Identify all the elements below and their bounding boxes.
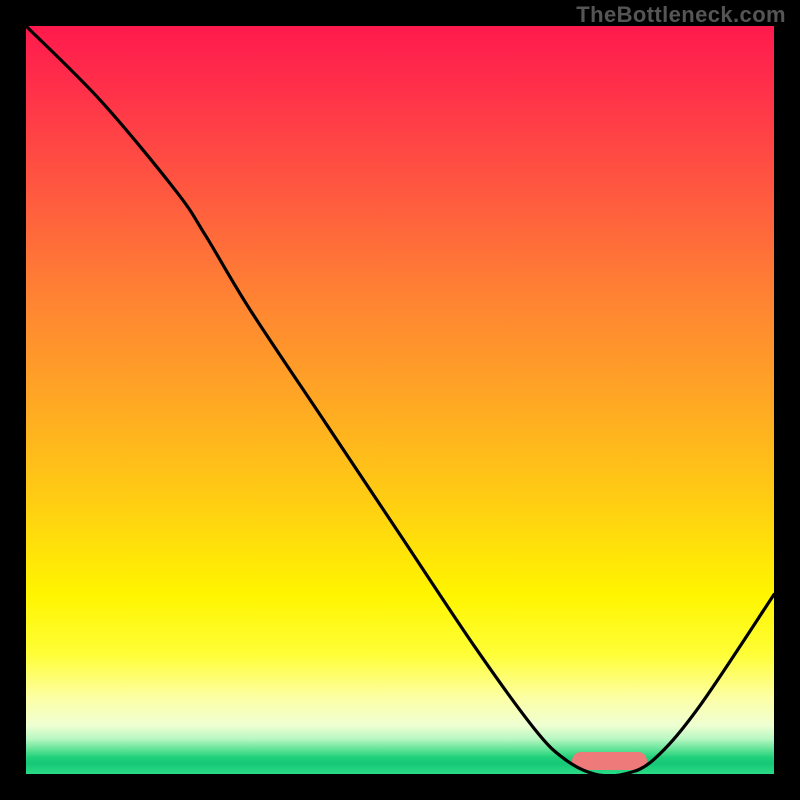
curve-path: [26, 26, 774, 774]
plot-area: [26, 26, 774, 774]
watermark-text: TheBottleneck.com: [576, 2, 786, 28]
bottleneck-curve: [26, 26, 774, 774]
chart-stage: TheBottleneck.com: [0, 0, 800, 800]
